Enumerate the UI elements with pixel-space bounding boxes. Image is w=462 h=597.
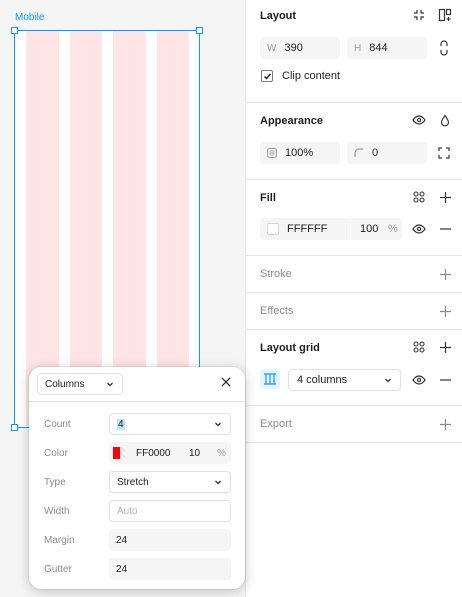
add-effect-plus-icon[interactable] — [437, 303, 453, 319]
columns-grid-icon[interactable] — [260, 369, 280, 389]
frame-label[interactable]: Mobile — [15, 12, 44, 23]
clip-content-label: Clip content — [282, 70, 341, 82]
count-value: 4 — [117, 418, 125, 430]
effects-title: Effects — [260, 305, 294, 317]
grid-visibility-eye-icon[interactable] — [411, 372, 427, 388]
chevron-down-icon — [214, 478, 222, 486]
layout-grid-popup: Columns Count 4 Color FF0000 10 % Type S… — [29, 367, 245, 589]
visibility-eye-icon[interactable] — [411, 112, 427, 128]
resize-handle-top-right[interactable] — [196, 27, 203, 34]
width-field[interactable]: W 390 — [260, 37, 340, 59]
chevron-down-icon — [106, 380, 114, 388]
add-fill-plus-icon[interactable] — [437, 189, 453, 205]
count-label: Count — [44, 419, 71, 430]
add-export-plus-icon[interactable] — [437, 416, 453, 432]
grid-color-swatch[interactable] — [113, 447, 125, 459]
corner-radius-icon — [354, 148, 364, 158]
fill-title: Fill — [260, 192, 276, 204]
type-label: Type — [44, 477, 66, 488]
fill-section: Fill FFFFFF 100 % — [246, 180, 462, 256]
layout-grid-title: Layout grid — [260, 342, 320, 354]
width-label: Width — [44, 506, 70, 517]
chevron-down-icon — [384, 376, 392, 384]
opacity-field[interactable]: 100% — [260, 142, 340, 164]
appearance-title: Appearance — [260, 115, 323, 127]
grid-type-value: Columns — [45, 378, 85, 390]
fill-visibility-eye-icon[interactable] — [411, 221, 427, 237]
margin-label: Margin — [44, 535, 75, 546]
field-divider — [350, 218, 351, 240]
layout-section: Layout W 390 H 844 Clip content — [246, 0, 462, 103]
opacity-value: 100% — [285, 147, 314, 159]
divider — [29, 401, 245, 402]
add-stroke-plus-icon[interactable] — [437, 266, 453, 282]
collapse-icon[interactable] — [411, 7, 427, 23]
height-value: 844 — [369, 42, 388, 54]
grid-color-opacity: 10 — [189, 447, 201, 459]
grid-color-hex: FF0000 — [136, 447, 171, 459]
stroke-title: Stroke — [260, 268, 292, 280]
gutter-input[interactable]: 24 — [109, 558, 231, 580]
corner-radius-value: 0 — [372, 147, 379, 159]
resize-handle-bottom-left[interactable] — [11, 424, 18, 431]
layout-title: Layout — [260, 10, 297, 22]
grid-color-field[interactable]: FF0000 10 % — [109, 442, 231, 464]
independent-corners-icon[interactable] — [436, 145, 452, 161]
appearance-section: Appearance 100% 0 — [246, 103, 462, 180]
gutter-label: Gutter — [44, 564, 72, 575]
layout-grid-section: Layout grid 4 columns — [246, 330, 462, 406]
height-label: H — [354, 42, 362, 54]
fill-opacity: 100 — [360, 223, 379, 235]
layout-grid-selected: 4 columns — [297, 374, 348, 386]
column-width-input[interactable]: Auto — [109, 500, 231, 522]
resize-handle-top-left[interactable] — [11, 27, 18, 34]
close-icon[interactable] — [221, 377, 231, 387]
width-label: W — [267, 42, 277, 54]
chevron-down-icon — [214, 420, 222, 428]
fill-color-field[interactable]: FFFFFF 100 % — [260, 218, 402, 240]
grid-style-icon[interactable] — [411, 339, 427, 355]
width-value: 390 — [284, 42, 303, 54]
grid-color-unit: % — [217, 447, 226, 459]
opacity-icon — [267, 148, 277, 158]
stroke-section: Stroke — [246, 256, 462, 293]
gutter-value: 24 — [116, 563, 128, 575]
type-select[interactable]: Stretch — [109, 471, 231, 493]
color-label: Color — [44, 448, 68, 459]
fill-swatch[interactable] — [267, 223, 279, 235]
column-width-placeholder: Auto — [117, 505, 138, 517]
export-title: Export — [260, 418, 292, 430]
type-value: Stretch — [117, 476, 149, 488]
margin-value: 24 — [116, 534, 128, 546]
auto-layout-icon[interactable] — [437, 7, 453, 23]
effects-section: Effects — [246, 293, 462, 330]
properties-panel: Layout W 390 H 844 Clip content Appearan… — [245, 0, 462, 597]
fill-hex: FFFFFF — [287, 223, 328, 235]
fill-opacity-unit: % — [388, 223, 398, 235]
clip-content-checkbox[interactable] — [261, 70, 273, 82]
blend-mode-drop-icon[interactable] — [437, 112, 453, 128]
constrain-proportions-icon[interactable] — [436, 40, 452, 56]
add-grid-plus-icon[interactable] — [437, 339, 453, 355]
corner-radius-field[interactable]: 0 — [347, 142, 427, 164]
remove-grid-minus-icon[interactable] — [437, 372, 453, 388]
remove-fill-minus-icon[interactable] — [437, 221, 453, 237]
margin-input[interactable]: 24 — [109, 529, 231, 551]
layout-grid-select[interactable]: 4 columns — [288, 369, 401, 391]
grid-type-select[interactable]: Columns — [37, 373, 123, 395]
count-select[interactable]: 4 — [109, 413, 231, 435]
height-field[interactable]: H 844 — [347, 37, 427, 59]
export-section: Export — [246, 406, 462, 443]
style-grid-icon[interactable] — [411, 189, 427, 205]
